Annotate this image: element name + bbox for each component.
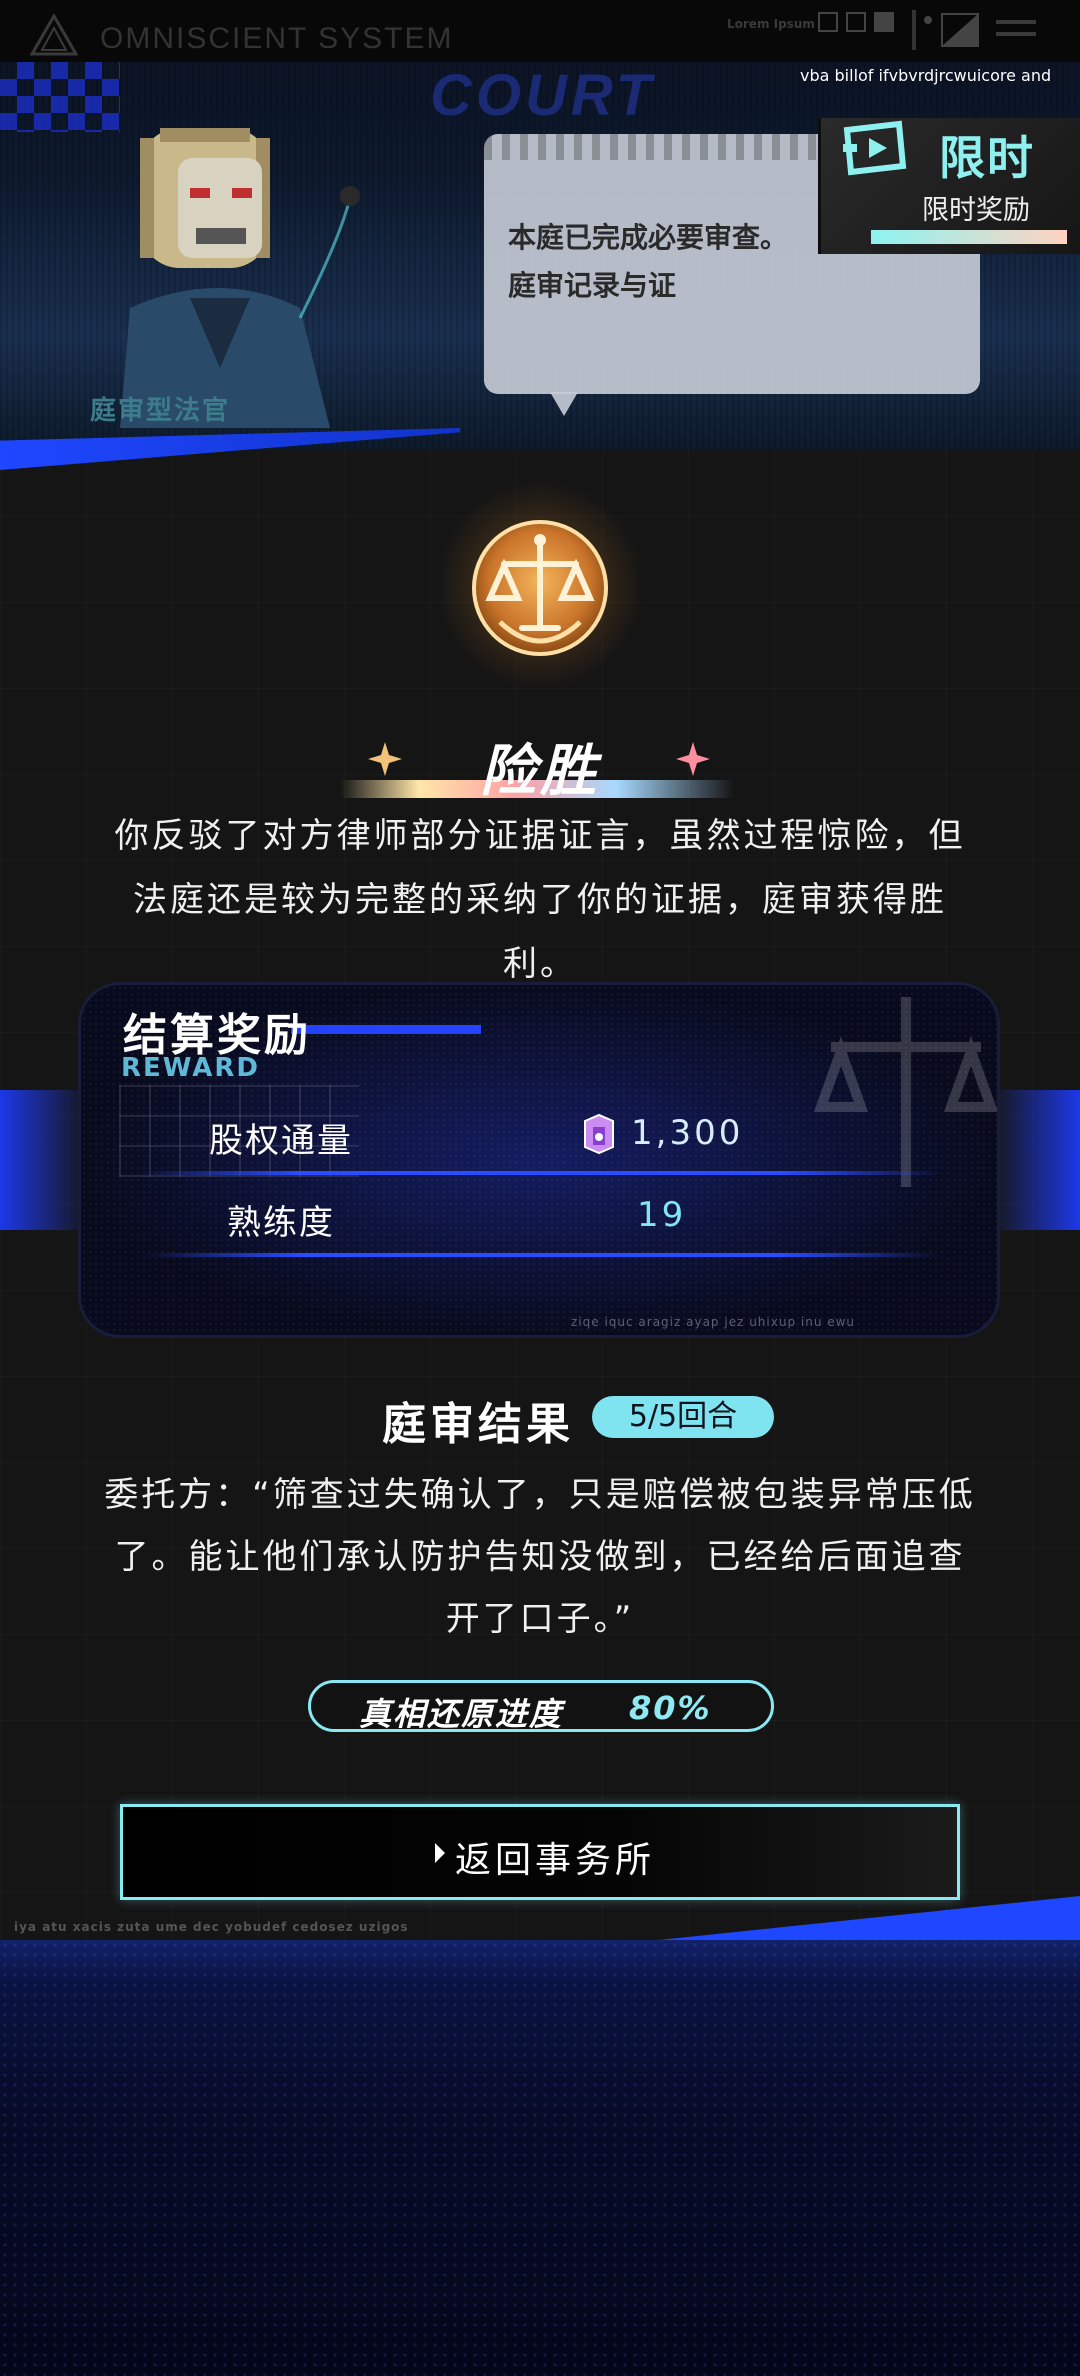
- judge-label: 庭审型法官: [90, 396, 231, 426]
- system-logo-icon: [30, 14, 78, 56]
- limited-bar: [871, 230, 1067, 244]
- return-button-label: 返回事务所: [455, 1840, 656, 1881]
- progress-label: 真相还原进度: [359, 1695, 564, 1733]
- header-window-icons: [818, 12, 894, 32]
- equity-crystal-icon: [584, 1113, 614, 1155]
- reward-subtitle: REWARD: [121, 1053, 261, 1083]
- blue-slash-bottom: [640, 1896, 1080, 1942]
- reward-value: 1,300: [631, 1113, 744, 1153]
- header-tiny-code: vba billof ifvbvrdjrcwuicore and: [800, 66, 1052, 85]
- verdict-description: 你反驳了对方律师部分证据证言，虽然过程惊险，但法庭还是较为完整的采纳了你的证据，…: [114, 816, 966, 984]
- square-icon: [818, 12, 838, 32]
- rounds-badge: 5/5回合: [592, 1396, 774, 1438]
- filled-square-icon: [874, 12, 894, 32]
- header-decor-icon: [912, 10, 1036, 50]
- verdict-banner: 险胜: [340, 728, 740, 804]
- banner-bg-word: COURT: [430, 63, 656, 128]
- system-title: OMNISCIENT SYSTEM: [100, 22, 454, 55]
- settlement-screen: COURT 庭审型法官 本庭已完成必要审查。 庭审记录与证 限时 限时奖励 OM…: [0, 0, 1080, 2376]
- limited-subtitle: 限时奖励: [922, 195, 1030, 226]
- reward-label: 熟练度: [227, 1203, 335, 1243]
- client-quote: 委托方：“筛查过失确认了，只是赔偿被包装异常压低了。能让他们承认防护告知没做到，…: [104, 1475, 976, 1639]
- top-bar: OMNISCIENT SYSTEM Lorem Ipsum: [0, 0, 1080, 62]
- footer-code: iya atu xacis zuta ume dec yobudef cedos…: [14, 1920, 409, 1934]
- reward-panel: 结算奖励 REWARD 股权通量 1,300 熟练度 19 ziqe iquc …: [78, 982, 1000, 1338]
- verdict-title: 险胜: [480, 739, 600, 804]
- header-lorem: Lorem Ipsum: [727, 17, 815, 31]
- ticket-play-icon: [843, 120, 907, 176]
- progress-value: 80%: [629, 1689, 712, 1727]
- return-to-office-button[interactable]: 返回事务所: [120, 1804, 960, 1900]
- judge-portrait: [120, 128, 360, 428]
- scales-of-justice-icon: [472, 520, 608, 656]
- limited-time-badge[interactable]: 限时 限时奖励: [818, 118, 1080, 254]
- reward-label: 股权通量: [209, 1121, 353, 1161]
- trial-result-title: 庭审结果: [382, 1399, 574, 1450]
- close-box-icon: [846, 12, 866, 32]
- limited-title: 限时: [939, 131, 1035, 185]
- truth-progress: 真相还原进度 80%: [308, 1680, 774, 1733]
- reward-row-equity: 股权通量 1,300: [81, 1095, 997, 1175]
- reward-row-proficiency: 熟练度 19: [81, 1177, 997, 1257]
- reward-value: 19: [637, 1195, 687, 1235]
- play-arrow-icon: [435, 1843, 445, 1863]
- bottom-glow-area: [0, 1940, 1080, 2376]
- reward-footer-code: ziqe iquc aragiz ayap jez uhixup inu ewu: [571, 1315, 856, 1329]
